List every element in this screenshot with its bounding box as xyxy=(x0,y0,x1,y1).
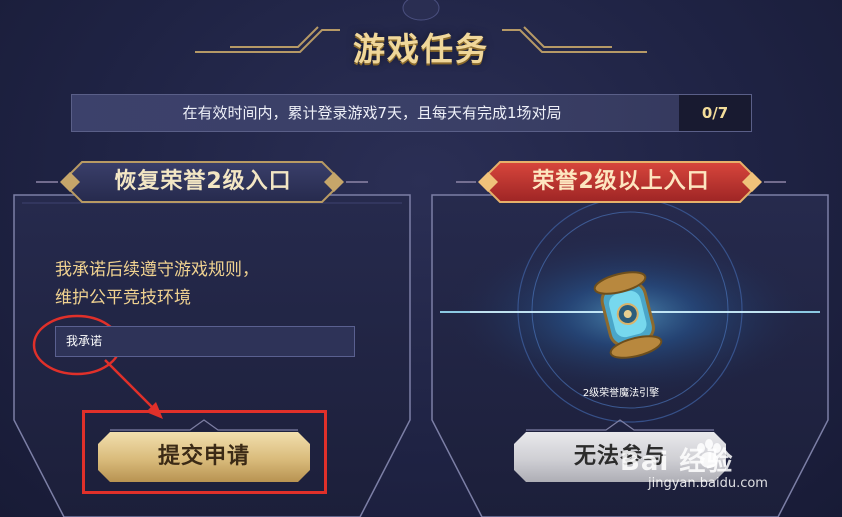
watermark-url: jingyan.baidu.com xyxy=(648,476,768,491)
magic-engine-icon xyxy=(593,271,663,359)
watermark-logo: Bai 经验 xyxy=(620,447,734,477)
tab-restore-honor-level-2[interactable]: 恢复荣誉2级入口 xyxy=(62,162,344,202)
pledge-input[interactable]: 我承诺 xyxy=(55,326,355,357)
item-caption: 2级荣誉魔法引擎 xyxy=(582,388,660,399)
annotation-highlight-box xyxy=(82,410,327,494)
pledge-line-1: 我承诺后续遵守游戏规则， xyxy=(55,260,259,280)
tab-honor-above-level-2[interactable]: 荣誉2级以上入口 xyxy=(480,162,762,202)
pledge-text: 我承诺后续遵守游戏规则， 维护公平竞技环境 xyxy=(55,256,355,312)
pledge-line-2: 维护公平竞技环境 xyxy=(55,288,191,308)
